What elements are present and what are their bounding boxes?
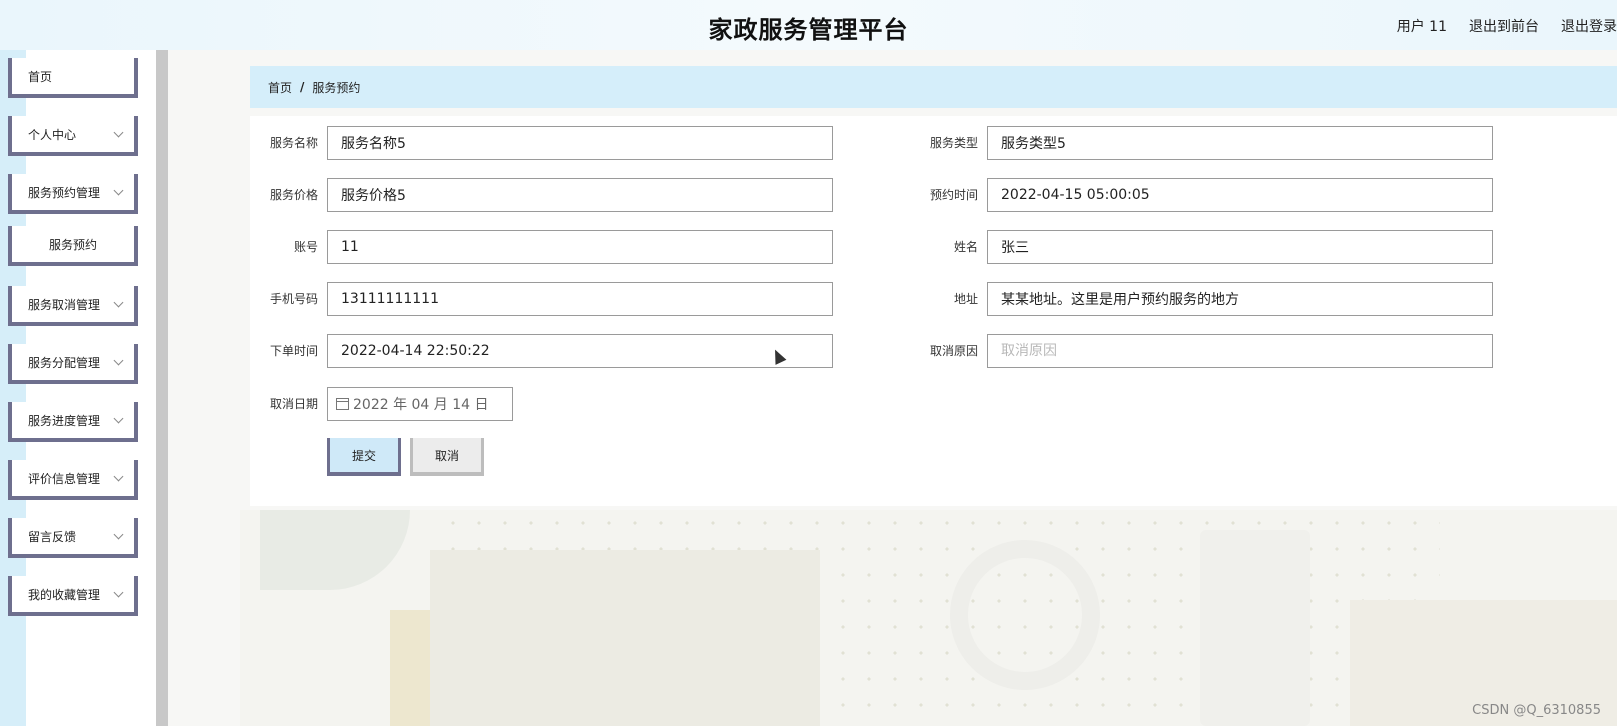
cancel-button[interactable]: 取消 <box>410 438 484 476</box>
cancel-reason-input[interactable] <box>987 334 1493 368</box>
service-name-label: 服务名称 <box>269 136 318 150</box>
sidebar-item-cancel-management[interactable]: 服务取消管理 <box>8 286 138 326</box>
sidebar-item-progress-management[interactable]: 服务进度管理 <box>8 402 138 442</box>
chevron-down-icon <box>113 127 124 138</box>
breadcrumb-separator: / <box>300 80 305 94</box>
address-input[interactable] <box>987 282 1493 316</box>
phone-label: 手机号码 <box>269 292 318 306</box>
sidebar-item-assign-management[interactable]: 服务分配管理 <box>8 344 138 384</box>
sidebar-item-review-management[interactable]: 评价信息管理 <box>8 460 138 500</box>
sidebar-item-label: 服务预约管理 <box>28 185 101 200</box>
service-type-input[interactable] <box>987 126 1493 160</box>
cancel-date-label: 取消日期 <box>269 397 318 411</box>
background-decoration <box>240 510 1617 726</box>
sidebar-subitem-booking[interactable]: 服务预约 <box>8 226 138 266</box>
sidebar-item-feedback[interactable]: 留言反馈 <box>8 518 138 558</box>
service-type-label: 服务类型 <box>929 136 978 150</box>
order-time-input[interactable] <box>327 334 833 368</box>
sidebar-item-label: 留言反馈 <box>28 529 77 544</box>
user-label[interactable]: 用户 11 <box>1397 16 1447 36</box>
cancel-date-value: 2022 年 04 月 14 日 <box>353 397 489 413</box>
sidebar-item-label: 评价信息管理 <box>28 471 101 486</box>
plant-decoration <box>260 510 410 590</box>
back-to-front-link[interactable]: 退出到前台 <box>1469 16 1539 36</box>
sidebar-item-home[interactable]: 首页 <box>8 58 138 98</box>
booking-time-input[interactable] <box>987 178 1493 212</box>
chevron-down-icon <box>113 529 124 540</box>
chevron-down-icon <box>113 355 124 366</box>
breadcrumb-home[interactable]: 首页 <box>268 79 292 96</box>
watermark: CSDN @Q_6310855 <box>1472 703 1601 718</box>
breadcrumb: 首页 / 服务预约 <box>250 66 1617 108</box>
top-header: 家政服务管理平台 用户 11 退出到前台 退出登录 <box>0 0 1617 50</box>
calendar-icon <box>336 398 349 410</box>
header-links: 用户 11 退出到前台 退出登录 <box>1397 16 1617 36</box>
sidebar-item-label: 我的收藏管理 <box>28 587 101 602</box>
chevron-down-icon <box>113 297 124 308</box>
service-price-input[interactable] <box>327 178 833 212</box>
cancel-date-picker[interactable]: 2022 年 04 月 14 日 <box>327 387 513 421</box>
breadcrumb-current: 服务预约 <box>312 80 361 95</box>
logout-link[interactable]: 退出登录 <box>1561 16 1617 36</box>
sidebar-item-label: 服务取消管理 <box>28 297 101 312</box>
sidebar-item-favorites-management[interactable]: 我的收藏管理 <box>8 576 138 616</box>
app-title: 家政服务管理平台 <box>708 16 909 44</box>
submit-button[interactable]: 提交 <box>327 438 401 476</box>
form-panel: 服务名称 服务类型 服务价格 预约时间 账号 姓名 手机号码 地址 下单时间 取… <box>250 116 1617 506</box>
order-time-label: 下单时间 <box>269 344 318 358</box>
shelf-decoration <box>430 550 820 726</box>
tape-decoration <box>950 540 1100 690</box>
service-name-input[interactable] <box>327 126 833 160</box>
sidebar-item-label: 服务分配管理 <box>28 355 101 370</box>
chevron-down-icon <box>113 471 124 482</box>
chevron-down-icon <box>113 413 124 424</box>
address-label: 地址 <box>953 292 978 306</box>
sidebar-item-label: 服务预约 <box>48 237 97 252</box>
account-label: 账号 <box>293 240 318 254</box>
sidebar-scrollbar[interactable] <box>156 50 168 726</box>
cylinder-decoration <box>1200 530 1310 726</box>
sidebar-item-booking-management[interactable]: 服务预约管理 <box>8 174 138 214</box>
sidebar-item-label: 首页 <box>28 69 53 84</box>
cancel-reason-label: 取消原因 <box>929 344 978 358</box>
sidebar-item-label: 个人中心 <box>28 127 77 142</box>
sidebar-item-personal-center[interactable]: 个人中心 <box>8 116 138 156</box>
account-input[interactable] <box>327 230 833 264</box>
chevron-down-icon <box>113 587 124 598</box>
booking-time-label: 预约时间 <box>929 188 978 202</box>
name-input[interactable] <box>987 230 1493 264</box>
name-label: 姓名 <box>953 240 978 254</box>
service-price-label: 服务价格 <box>269 188 318 202</box>
sidebar-item-label: 服务进度管理 <box>28 413 101 428</box>
chevron-down-icon <box>113 185 124 196</box>
phone-input[interactable] <box>327 282 833 316</box>
